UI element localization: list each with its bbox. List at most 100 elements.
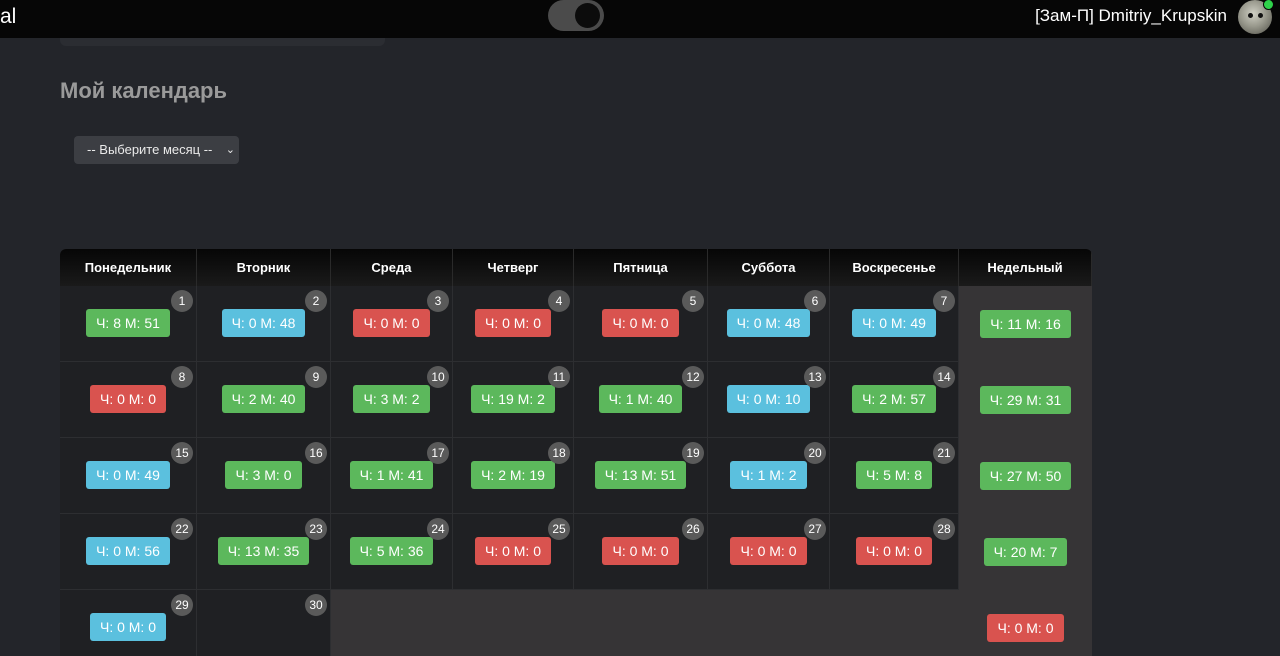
empty-cell	[331, 590, 453, 656]
day-cell[interactable]: 17 Ч: 1 М: 41	[331, 438, 453, 514]
weekly-total-badge[interactable]: Ч: 27 М: 50	[979, 461, 1072, 490]
time-badge[interactable]: Ч: 0 М: 10	[726, 385, 811, 413]
day-cell[interactable]: 10 Ч: 3 М: 2	[331, 362, 453, 438]
page-title: Мой календарь	[60, 78, 228, 103]
day-number: 28	[933, 518, 955, 540]
time-badge[interactable]: Ч: 0 М: 49	[852, 309, 936, 337]
day-cell[interactable]: 14 Ч: 2 М: 57	[830, 362, 959, 438]
day-cell[interactable]: 5 Ч: 0 М: 0	[574, 286, 708, 362]
day-cell[interactable]: 28 Ч: 0 М: 0	[830, 514, 959, 590]
time-badge[interactable]: Ч: 1 М: 2	[730, 461, 807, 489]
week-row: 1 Ч: 8 М: 51 2 Ч: 0 М: 48 3 Ч: 0 М: 0 4 Ч: 0 М:…	[60, 286, 1092, 362]
day-cell[interactable]: 24 Ч: 5 М: 36	[331, 514, 453, 590]
time-badge[interactable]: Ч: 3 М: 0	[225, 461, 302, 489]
day-cell[interactable]: 30	[197, 590, 331, 656]
time-badge[interactable]: Ч: 2 М: 40	[221, 385, 306, 413]
calendar-body: 1 Ч: 8 М: 51 2 Ч: 0 М: 48 3 Ч: 0 М: 0 4 Ч: 0 М:…	[60, 286, 1092, 656]
weekly-total-cell: Ч: 29 М: 31	[959, 362, 1092, 438]
day-number: 25	[548, 518, 570, 540]
header-sunday: Воскресенье	[830, 249, 960, 286]
day-number: 23	[305, 518, 327, 540]
month-select-value: -- Выберите месяц --	[87, 142, 213, 157]
weekly-total-badge[interactable]: Ч: 20 М: 7	[983, 537, 1068, 566]
header-wednesday: Среда	[331, 249, 453, 286]
time-badge[interactable]: Ч: 0 М: 48	[726, 309, 811, 337]
day-cell[interactable]: 15 Ч: 0 М: 49	[60, 438, 197, 514]
calendar-header-row: Понедельник Вторник Среда Четверг Пятница Суб…	[60, 249, 1092, 286]
day-number: 16	[305, 442, 327, 464]
day-cell[interactable]: 26 Ч: 0 М: 0	[574, 514, 708, 590]
time-badge[interactable]: Ч: 3 М: 2	[353, 385, 430, 413]
day-cell[interactable]: 1 Ч: 8 М: 51	[60, 286, 197, 362]
weekly-total-cell: Ч: 20 М: 7	[959, 514, 1092, 590]
weekly-total-badge[interactable]: Ч: 29 М: 31	[979, 385, 1072, 414]
day-cell[interactable]: 3 Ч: 0 М: 0	[331, 286, 453, 362]
panel-bottom-edge	[60, 38, 385, 46]
day-cell[interactable]: 8 Ч: 0 М: 0	[60, 362, 197, 438]
day-cell[interactable]: 27 Ч: 0 М: 0	[708, 514, 830, 590]
header-monday: Понедельник	[60, 249, 197, 286]
day-number: 1	[171, 290, 193, 312]
time-badge[interactable]: Ч: 2 М: 19	[471, 461, 555, 489]
month-select[interactable]: -- Выберите месяц -- ⌄	[74, 136, 239, 164]
user-avatar[interactable]	[1238, 0, 1274, 34]
time-badge[interactable]: Ч: 0 М: 0	[602, 309, 679, 337]
time-badge[interactable]: Ч: 0 М: 49	[86, 461, 170, 489]
day-cell[interactable]: 22 Ч: 0 М: 56	[60, 514, 197, 590]
day-number: 6	[804, 290, 826, 312]
day-cell[interactable]: 18 Ч: 2 М: 19	[453, 438, 574, 514]
time-badge[interactable]: Ч: 2 М: 57	[852, 385, 936, 413]
user-name[interactable]: [Зам-П] Dmitriy_Krupskin	[1035, 6, 1227, 26]
day-number: 22	[171, 518, 193, 540]
time-badge[interactable]: Ч: 5 М: 8	[855, 461, 932, 489]
time-badge[interactable]: Ч: 8 М: 51	[86, 309, 170, 337]
day-number: 15	[171, 442, 193, 464]
day-cell[interactable]: 12 Ч: 1 М: 40	[574, 362, 708, 438]
day-cell[interactable]: 6 Ч: 0 М: 48	[708, 286, 830, 362]
time-badge[interactable]: Ч: 0 М: 0	[353, 309, 430, 337]
time-badge[interactable]: Ч: 0 М: 0	[474, 309, 551, 337]
time-badge[interactable]: Ч: 0 М: 0	[89, 613, 166, 641]
weekly-total-badge[interactable]: Ч: 0 М: 0	[987, 613, 1064, 642]
time-badge[interactable]: Ч: 0 М: 0	[89, 385, 166, 413]
day-cell[interactable]: 4 Ч: 0 М: 0	[453, 286, 574, 362]
day-number: 18	[548, 442, 570, 464]
day-number: 21	[933, 442, 955, 464]
day-cell[interactable]: 7 Ч: 0 М: 49	[830, 286, 959, 362]
time-badge[interactable]: Ч: 13 М: 51	[594, 461, 687, 489]
day-cell[interactable]: 19 Ч: 13 М: 51	[574, 438, 708, 514]
day-cell[interactable]: 29 Ч: 0 М: 0	[60, 590, 197, 656]
time-badge[interactable]: Ч: 1 М: 41	[349, 461, 434, 489]
day-cell[interactable]: 23 Ч: 13 М: 35	[197, 514, 331, 590]
day-cell[interactable]: 16 Ч: 3 М: 0	[197, 438, 331, 514]
day-cell[interactable]: 13 Ч: 0 М: 10	[708, 362, 830, 438]
day-number: 20	[804, 442, 826, 464]
time-badge[interactable]: Ч: 0 М: 56	[86, 537, 170, 565]
day-cell[interactable]: 11 Ч: 19 М: 2	[453, 362, 574, 438]
brand-text[interactable]: al	[0, 5, 16, 29]
time-badge[interactable]: Ч: 5 М: 36	[349, 537, 434, 565]
time-badge[interactable]: Ч: 0 М: 0	[474, 537, 551, 565]
weekly-total-badge[interactable]: Ч: 11 М: 16	[980, 309, 1071, 338]
time-badge[interactable]: Ч: 0 М: 48	[221, 309, 306, 337]
time-badge[interactable]: Ч: 13 М: 35	[217, 537, 310, 565]
week-row: 8 Ч: 0 М: 0 9 Ч: 2 М: 40 10 Ч: 3 М: 2 11 Ч: 19 …	[60, 362, 1092, 438]
weekly-total-cell: Ч: 27 М: 50	[959, 438, 1092, 514]
week-row: 22 Ч: 0 М: 56 23 Ч: 13 М: 35 24 Ч: 5 М: 36 25 Ч…	[60, 514, 1092, 590]
time-badge[interactable]: Ч: 0 М: 0	[730, 537, 807, 565]
day-cell[interactable]: 2 Ч: 0 М: 48	[197, 286, 331, 362]
time-badge[interactable]: Ч: 0 М: 0	[602, 537, 679, 565]
time-badge[interactable]: Ч: 1 М: 40	[598, 385, 683, 413]
day-number: 19	[682, 442, 704, 464]
calendar-table: Понедельник Вторник Среда Четверг Пятница Суб…	[60, 249, 1092, 656]
time-badge[interactable]: Ч: 19 М: 2	[471, 385, 555, 413]
theme-toggle[interactable]	[548, 0, 604, 31]
day-cell[interactable]: 21 Ч: 5 М: 8	[830, 438, 959, 514]
day-cell[interactable]: 9 Ч: 2 М: 40	[197, 362, 331, 438]
time-badge[interactable]: Ч: 0 М: 0	[855, 537, 932, 565]
day-cell[interactable]: 25 Ч: 0 М: 0	[453, 514, 574, 590]
day-cell[interactable]: 20 Ч: 1 М: 2	[708, 438, 830, 514]
day-number: 29	[171, 594, 193, 616]
day-number: 12	[682, 366, 704, 388]
day-number: 24	[427, 518, 449, 540]
